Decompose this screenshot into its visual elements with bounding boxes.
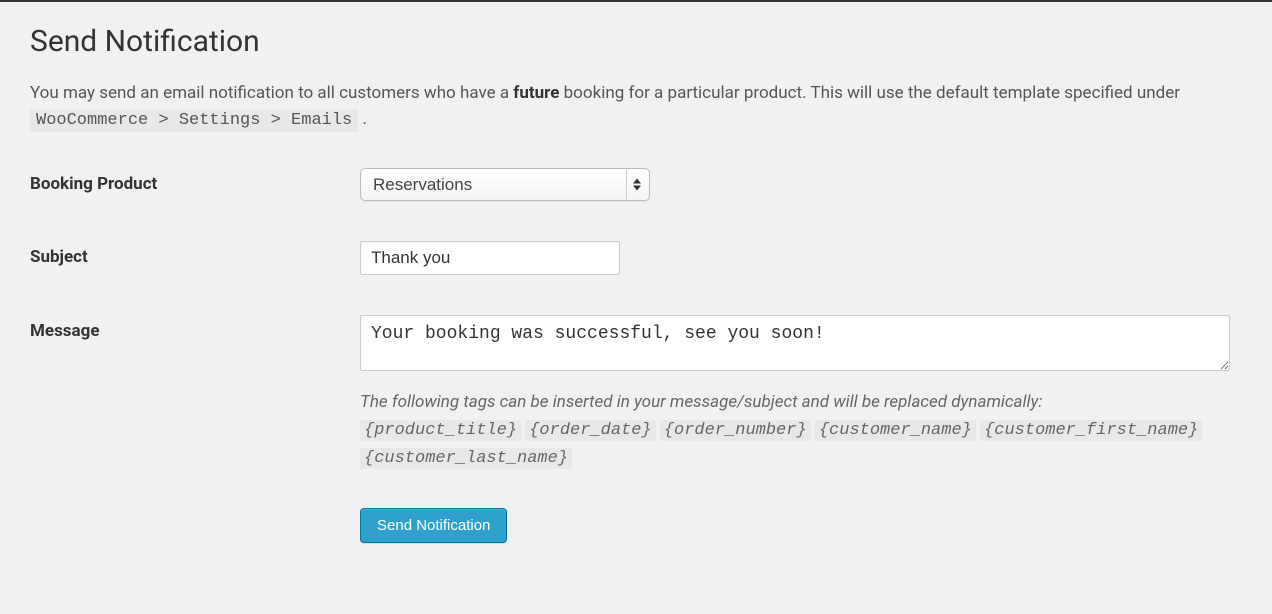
desc-code-path: WooCommerce > Settings > Emails (30, 109, 358, 132)
row-subject: Subject (30, 241, 1242, 275)
message-hint: The following tags can be inserted in yo… (360, 389, 1230, 473)
tag-order-date: {order_date} (525, 420, 655, 441)
page-wrap: Send Notification You may send an email … (0, 2, 1272, 563)
send-notification-button[interactable]: Send Notification (360, 508, 507, 543)
message-textarea[interactable]: Your booking was successful, see you soo… (360, 315, 1230, 371)
form-table: Booking Product Reservations Subject (30, 168, 1242, 543)
tag-customer-first-name: {customer_first_name} (980, 420, 1202, 441)
page-description: You may send an email notification to al… (30, 81, 1242, 133)
field-subject (360, 241, 1230, 275)
booking-product-select-wrap[interactable]: Reservations (360, 168, 650, 201)
field-booking-product: Reservations (360, 168, 1230, 201)
booking-product-select[interactable]: Reservations (361, 169, 649, 200)
field-message: Your booking was successful, see you soo… (360, 315, 1230, 543)
hint-text: The following tags can be inserted in yo… (360, 392, 1042, 412)
row-message: Message Your booking was successful, see… (30, 315, 1242, 543)
desc-future: future (513, 83, 559, 103)
label-subject: Subject (30, 241, 360, 267)
desc-part-2: booking for a particular product. This w… (559, 83, 1180, 103)
tag-customer-last-name: {customer_last_name} (360, 448, 572, 469)
tag-product-title: {product_title} (360, 420, 521, 441)
desc-part-1: You may send an email notification to al… (30, 83, 513, 103)
label-message: Message (30, 315, 360, 341)
subject-input[interactable] (360, 241, 620, 275)
tag-customer-name: {customer_name} (815, 420, 976, 441)
row-booking-product: Booking Product Reservations (30, 168, 1242, 201)
page-title: Send Notification (30, 22, 1242, 61)
tag-order-number: {order_number} (660, 420, 811, 441)
label-booking-product: Booking Product (30, 168, 360, 194)
desc-end: . (358, 109, 367, 129)
